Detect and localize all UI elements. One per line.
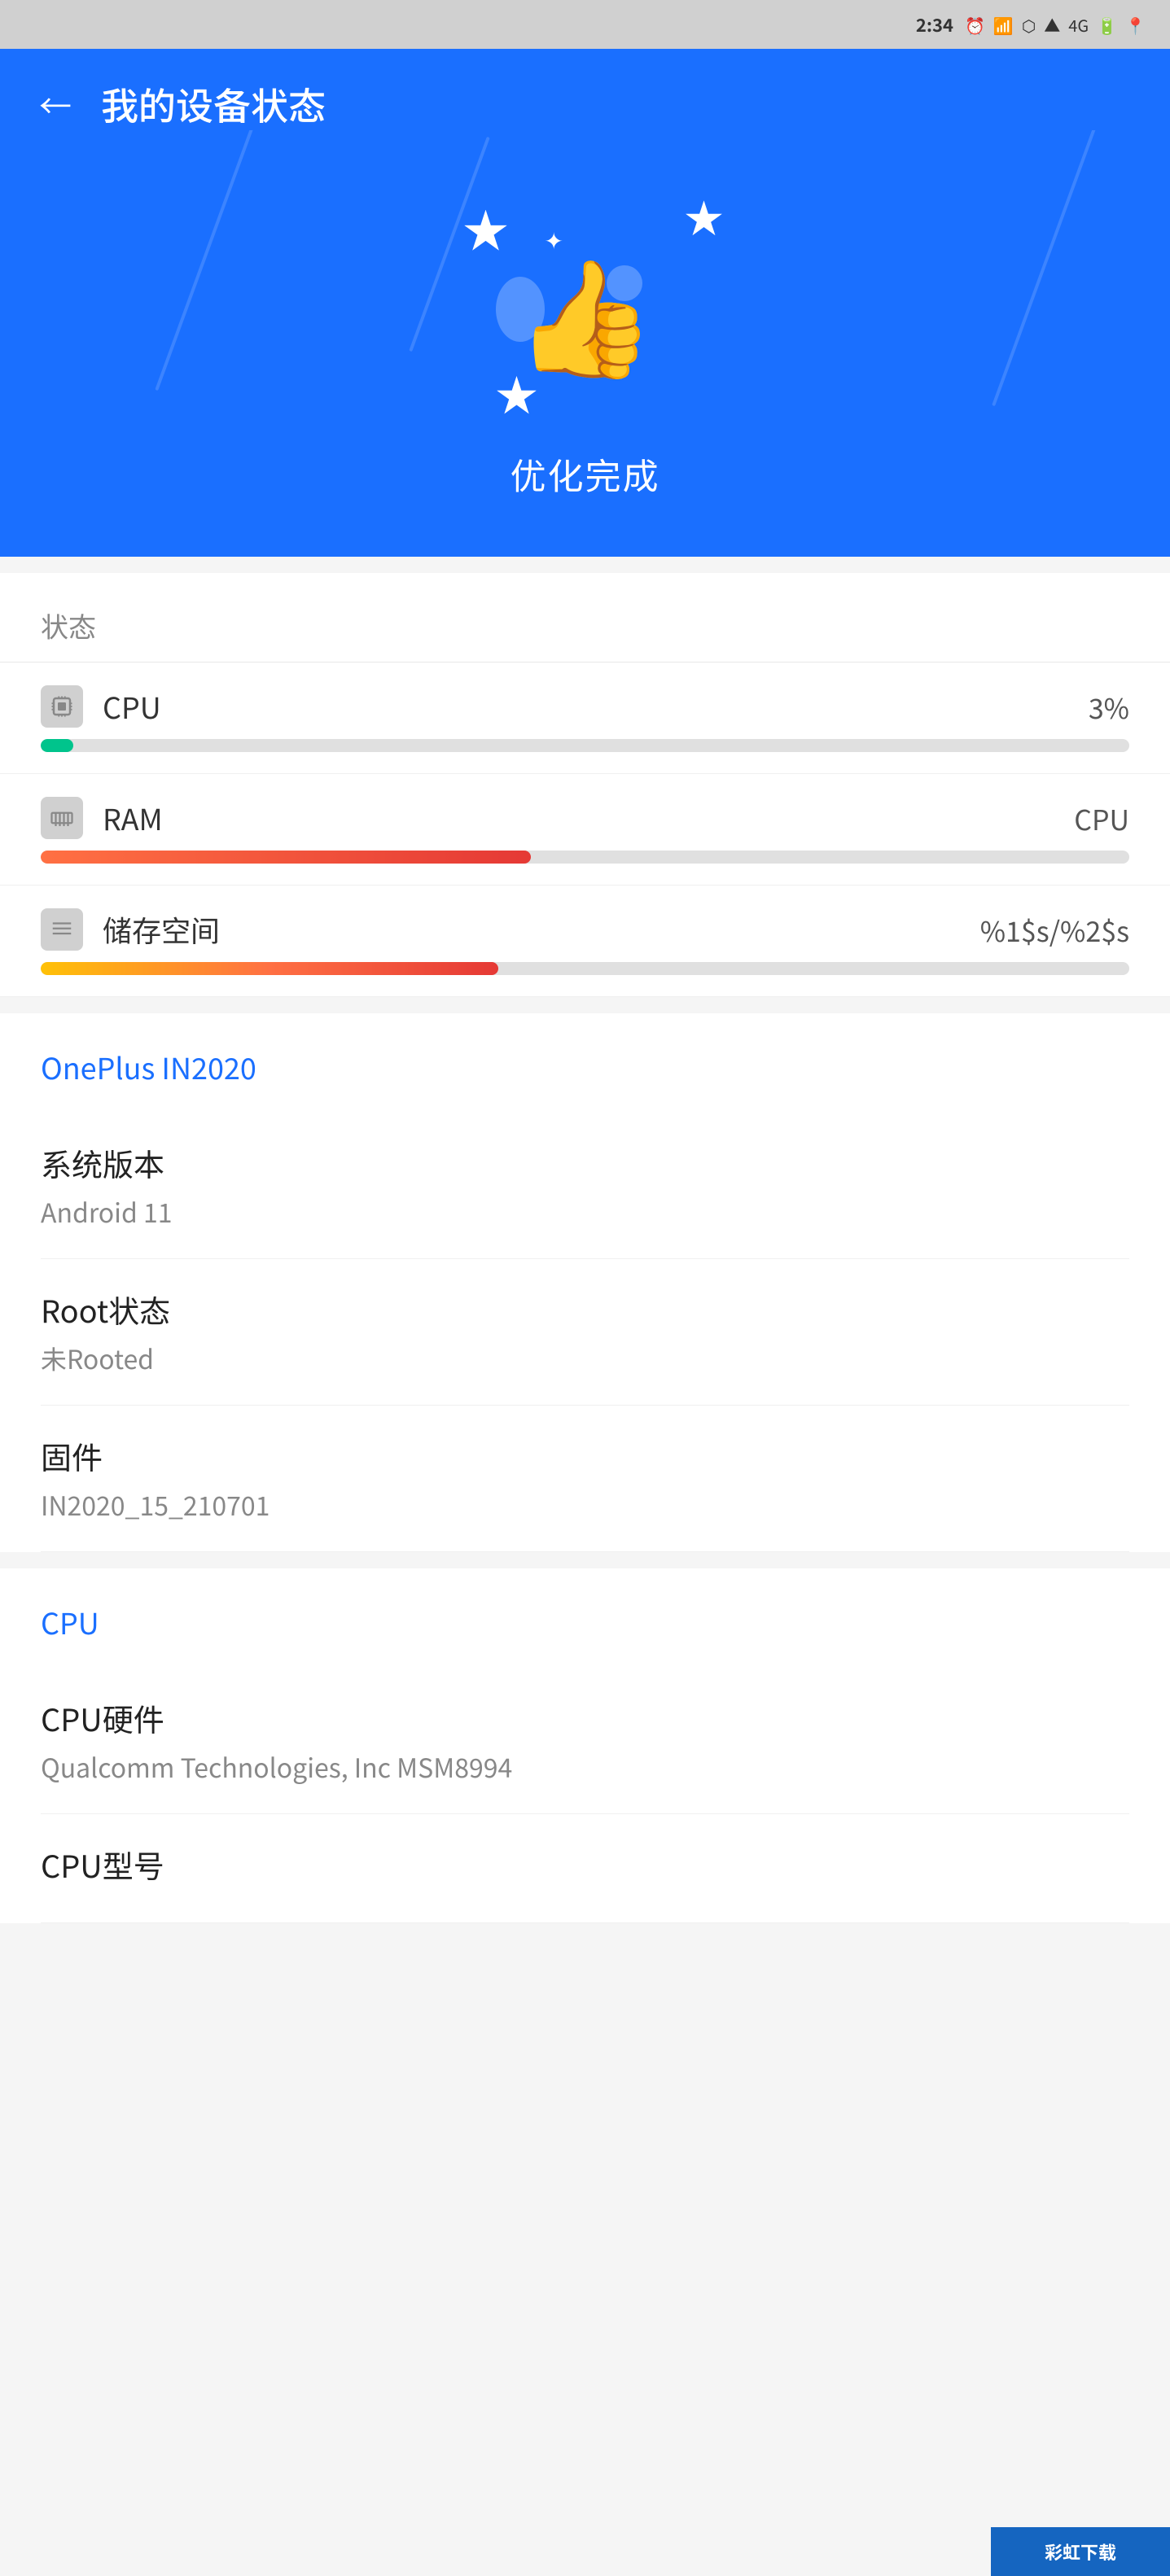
status-bar: 2:34 ⏰ 📶 ⬡ ▲ 4G 🔋 📍 [0,0,1170,49]
location-icon: 📍 [1125,13,1146,37]
cpu-hardware-label: CPU硬件 [41,1695,1129,1740]
ram-progress-fill [41,851,531,864]
status-icons: ⏰ 📶 ⬡ ▲ 4G 🔋 📍 [965,13,1146,37]
cpu-model-item: CPU型号 [41,1814,1129,1923]
root-status-label: Root状态 [41,1287,1129,1332]
cpu-icon [41,685,83,728]
cpu-stat-row: CPU 3% [0,663,1170,774]
bottom-bar-logo: 彩虹下载 [1045,2539,1116,2565]
storage-value: %1$s/%2$s [980,910,1129,950]
hero-banner: ★ ★ ★ ✦ 👍 优化完成 [0,130,1170,557]
bluetooth-icon: ⬡ [1022,13,1036,37]
ram-value: CPU [1074,798,1129,838]
cpu-progress-fill [41,739,73,752]
page-title: 我的设备状态 [101,77,326,131]
signal-icon: 4G [1068,13,1089,37]
back-button[interactable]: ← [39,81,72,128]
status-section: 状态 [0,573,1170,997]
storage-progress-fill [41,962,498,975]
status-section-header: 状态 [0,573,1170,663]
ram-progress-bg [41,851,1129,864]
firmware-item: 固件 IN2020_15_210701 [41,1406,1129,1552]
cpu-model-label: CPU型号 [41,1842,1129,1887]
cpu-progress-bg [41,739,1129,752]
device-brand: OnePlus IN2020 [41,1013,1129,1113]
cpu-hardware-value: Qualcomm Technologies, Inc MSM8994 [41,1748,1129,1786]
system-version-value: Android 11 [41,1193,1129,1231]
firmware-label: 固件 [41,1433,1129,1478]
cpu-section-header: CPU [41,1568,1129,1668]
storage-stat-row: 储存空间 %1$s/%2$s [0,886,1170,997]
hero-illustration: ★ ★ ★ ✦ 👍 [414,179,756,440]
wifi-icon: ▲ [1044,13,1060,37]
page-header: ← 我的设备状态 [0,49,1170,130]
ram-stat-row: RAM CPU [0,774,1170,886]
firmware-value: IN2020_15_210701 [41,1486,1129,1524]
star-icon-2: ★ [684,187,723,244]
storage-icon [41,908,83,951]
root-status-item: Root状态 未Rooted [41,1259,1129,1406]
bottom-bar: 彩虹下载 [991,2527,1170,2576]
system-version-label: 系统版本 [41,1140,1129,1185]
system-version-item: 系统版本 Android 11 [41,1113,1129,1259]
battery-icon: 🔋 [1097,13,1117,37]
cpu-hardware-item: CPU硬件 Qualcomm Technologies, Inc MSM8994 [41,1668,1129,1814]
root-status-value: 未Rooted [41,1340,1129,1377]
status-time: 2:34 [916,11,953,37]
cpu-label: CPU [103,685,161,728]
optimization-label: 优化完成 [511,448,660,500]
thumbs-up-icon: 👍 [514,227,655,391]
ram-icon [41,797,83,839]
device-section: OnePlus IN2020 系统版本 Android 11 Root状态 未R… [0,1013,1170,1552]
cpu-section: CPU CPU硬件 Qualcomm Technologies, Inc MSM… [0,1568,1170,1923]
alarm-icon: ⏰ [965,13,985,37]
storage-label: 储存空间 [103,908,220,951]
cpu-value: 3% [1089,687,1129,727]
sim-icon: 📶 [993,13,1014,37]
star-icon-1: ★ [463,195,509,261]
storage-progress-bg [41,962,1129,975]
ram-label: RAM [103,797,163,839]
